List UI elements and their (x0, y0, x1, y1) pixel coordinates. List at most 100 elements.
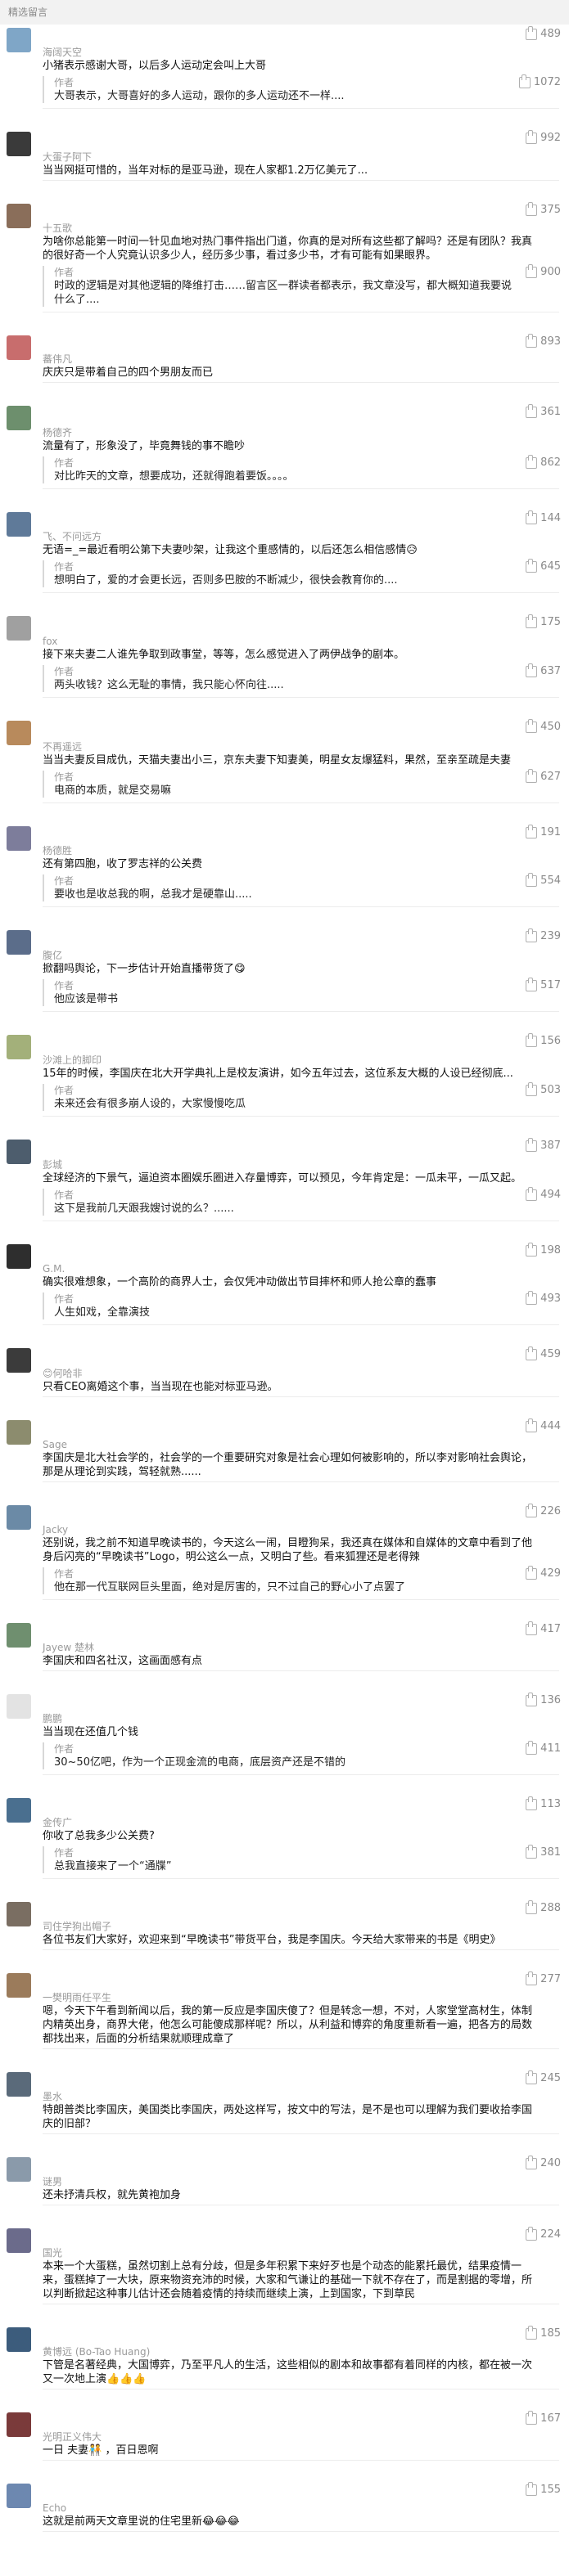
commenter-name[interactable]: 腹亿 (43, 949, 559, 962)
commenter-name[interactable]: 海阔天空 (43, 46, 559, 59)
reply-author-label: 作者 (54, 980, 75, 991)
reply-like-button[interactable]: 554 (526, 872, 561, 887)
like-button[interactable]: 185 (526, 2325, 561, 2340)
commenter-name[interactable]: 光明正义伟大 (43, 2430, 559, 2443)
avatar[interactable] (7, 1505, 31, 1530)
author-reply: 作者 503 未来还会有很多崩人设的，大家慢慢吃瓜 (43, 1081, 561, 1111)
commenter-name[interactable]: 杨德齐 (43, 426, 559, 439)
reply-like-button[interactable]: 381 (526, 1844, 561, 1859)
avatar[interactable] (7, 1623, 31, 1648)
avatar[interactable] (7, 2072, 31, 2097)
avatar[interactable] (7, 1798, 31, 1823)
commenter-name[interactable]: 谜男 (43, 2175, 559, 2188)
reply-like-button[interactable]: 494 (526, 1186, 561, 1201)
commenter-name[interactable]: 不再遥远 (43, 740, 559, 753)
like-button[interactable]: 277 (526, 1971, 561, 1985)
avatar[interactable] (7, 204, 31, 228)
avatar[interactable] (7, 1348, 31, 1373)
like-button[interactable]: 224 (526, 2226, 561, 2241)
reply-like-button[interactable]: 862 (526, 454, 561, 469)
like-button[interactable]: 167 (526, 2410, 561, 2425)
avatar[interactable] (7, 930, 31, 955)
reply-like-button[interactable]: 1072 (518, 74, 561, 88)
commenter-name[interactable]: Jacky (43, 1523, 559, 1536)
commenter-name[interactable]: 金传广 (43, 1816, 559, 1829)
avatar[interactable] (7, 826, 31, 851)
commenter-name[interactable]: 杨德胜 (43, 844, 559, 857)
commenter-name[interactable]: 国光 (43, 2246, 559, 2259)
like-button[interactable]: 489 (526, 25, 561, 40)
commenter-name[interactable]: 大蛋子阿下 (43, 151, 559, 164)
like-button[interactable]: 245 (526, 2070, 561, 2084)
like-button[interactable]: 387 (526, 1137, 561, 1152)
avatar[interactable] (7, 2228, 31, 2253)
commenter-name[interactable]: 飞、不问远方 (43, 530, 559, 543)
reply-like-button[interactable]: 900 (526, 263, 561, 278)
reply-like-button[interactable]: 493 (526, 1290, 561, 1305)
commenter-name[interactable]: 鹏鹏 (43, 1712, 559, 1725)
like-button[interactable]: 240 (526, 2155, 561, 2169)
like-button[interactable]: 992 (526, 129, 561, 144)
avatar[interactable] (7, 1140, 31, 1164)
commenter-name[interactable]: G.M. (43, 1262, 559, 1275)
like-button[interactable]: 113 (526, 1796, 561, 1810)
commenter-name[interactable]: Echo (43, 2502, 559, 2515)
avatar[interactable] (7, 406, 31, 430)
commenter-name[interactable]: 十五歌 (43, 222, 559, 235)
like-button[interactable]: 375 (526, 201, 561, 216)
like-button[interactable]: 444 (526, 1418, 561, 1432)
like-button[interactable]: 893 (526, 333, 561, 348)
like-button[interactable]: 156 (526, 1032, 561, 1047)
like-button[interactable]: 191 (526, 824, 561, 838)
commenter-name[interactable]: Jayew 楚林 (43, 1641, 559, 1654)
commenter-name[interactable]: 沙滩上的脚印 (43, 1054, 559, 1067)
avatar[interactable] (7, 1420, 31, 1445)
avatar[interactable] (7, 132, 31, 156)
commenter-name[interactable]: fox (43, 635, 559, 648)
reply-like-button[interactable]: 637 (526, 663, 561, 677)
commenter-name[interactable]: 黄博远 (Bo-Tao Huang) (43, 2345, 559, 2358)
like-count: 459 (540, 1348, 561, 1360)
avatar[interactable] (7, 1973, 31, 1998)
like-button[interactable]: 361 (526, 403, 561, 418)
reply-like-button[interactable]: 645 (526, 558, 561, 573)
like-button[interactable]: 144 (526, 510, 561, 524)
like-button[interactable]: 226 (526, 1503, 561, 1517)
avatar[interactable] (7, 335, 31, 360)
like-button[interactable]: 288 (526, 1899, 561, 1914)
like-button[interactable]: 417 (526, 1621, 561, 1635)
commenter-name[interactable]: 彭城 (43, 1158, 559, 1171)
avatar[interactable] (7, 721, 31, 745)
avatar[interactable] (7, 1902, 31, 1926)
avatar[interactable] (7, 2327, 31, 2352)
like-button[interactable]: 155 (526, 2481, 561, 2496)
commenter-name[interactable]: Sage (43, 1438, 559, 1451)
reply-like-button[interactable]: 411 (526, 1740, 561, 1755)
avatar[interactable] (7, 616, 31, 641)
commenter-name[interactable]: 墨水 (43, 2090, 559, 2103)
commenter-name[interactable]: 一樊明雨任平生 (43, 1991, 559, 2004)
like-button[interactable]: 136 (526, 1692, 561, 1706)
commenter-name[interactable]: 😊何哈非 (43, 1367, 559, 1380)
reply-like-button[interactable]: 503 (526, 1081, 561, 1096)
commenter-name[interactable]: 司住学狗出帽子 (43, 1920, 559, 1933)
avatar[interactable] (7, 2157, 31, 2182)
like-button[interactable]: 239 (526, 928, 561, 942)
reply-like-button[interactable]: 429 (526, 1565, 561, 1580)
avatar[interactable] (7, 28, 31, 52)
comment-text: 只看CEO离婚这个事，当当现在也能对标亚马逊。 (43, 1381, 278, 1393)
like-button[interactable]: 175 (526, 614, 561, 628)
reply-like-button[interactable]: 627 (526, 768, 561, 783)
reply-like-button[interactable]: 517 (526, 977, 561, 991)
commenter-name[interactable]: 蕃伟凡 (43, 353, 559, 366)
avatar[interactable] (7, 1035, 31, 1059)
avatar[interactable] (7, 512, 31, 537)
avatar[interactable] (7, 1694, 31, 1719)
author-reply: 作者 493 人生如戏，全靠演技 (43, 1290, 561, 1319)
avatar[interactable] (7, 2484, 31, 2508)
like-button[interactable]: 459 (526, 1346, 561, 1360)
like-button[interactable]: 198 (526, 1242, 561, 1257)
like-button[interactable]: 450 (526, 718, 561, 733)
avatar[interactable] (7, 2412, 31, 2437)
avatar[interactable] (7, 1244, 31, 1269)
